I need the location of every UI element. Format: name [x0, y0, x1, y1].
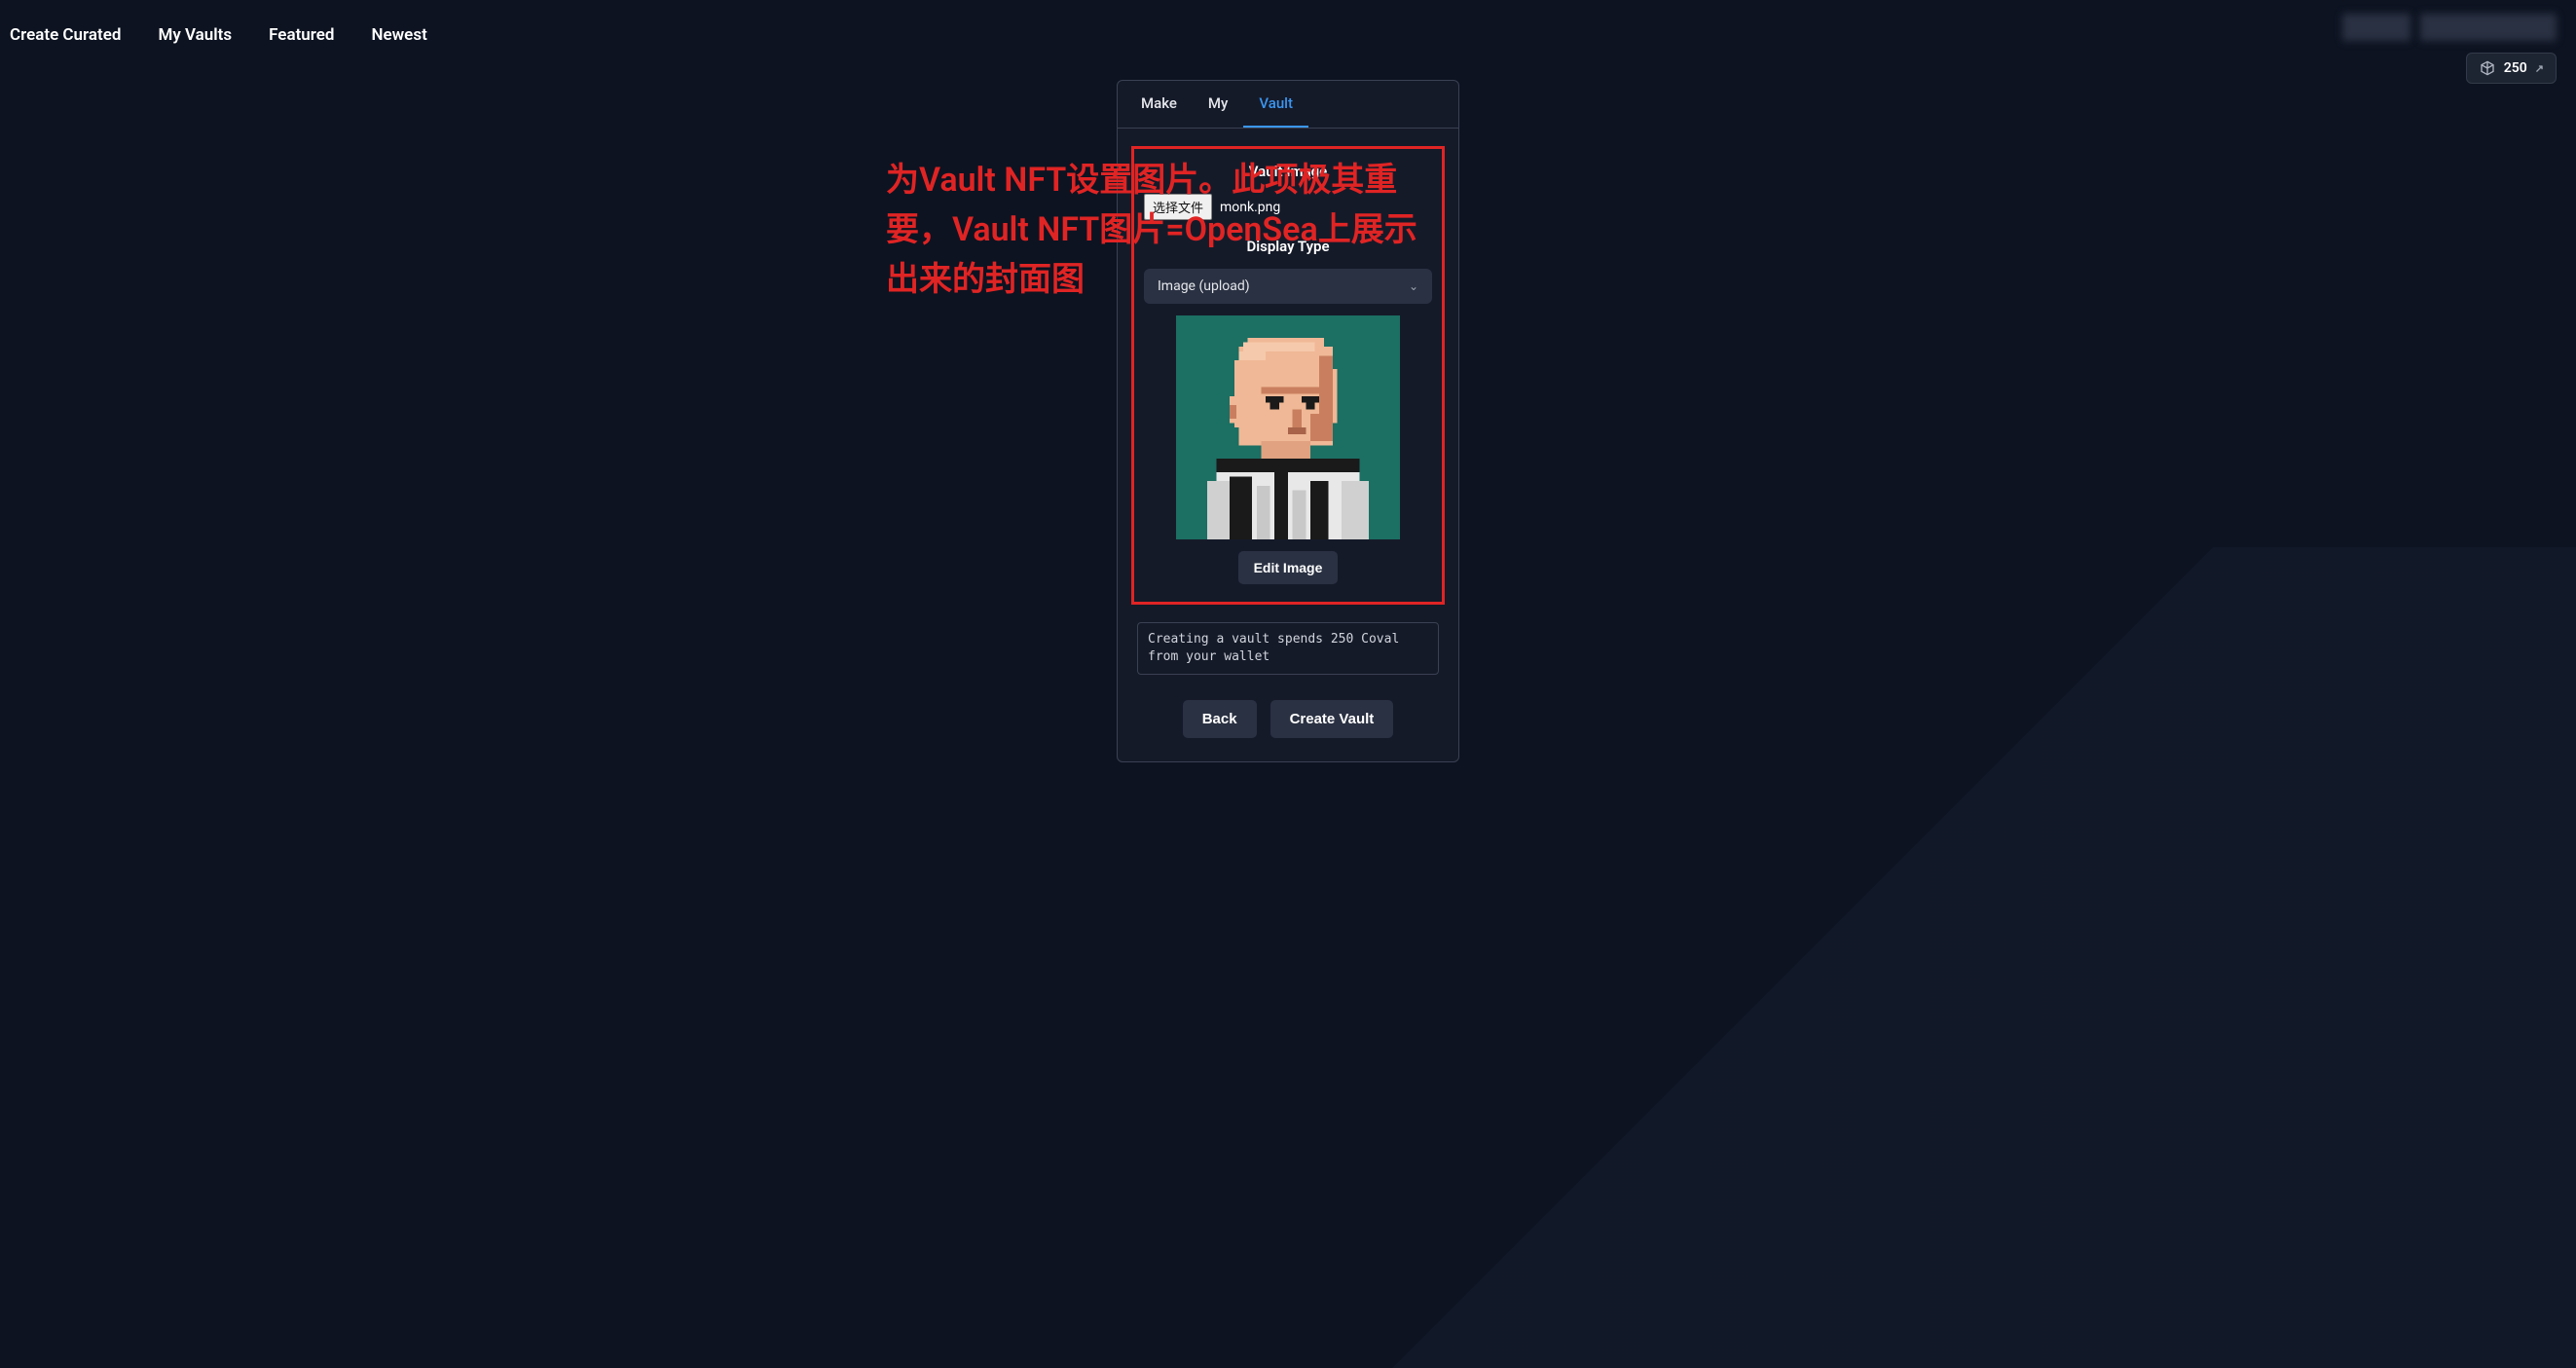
cube-icon	[2479, 59, 2496, 77]
tab-make[interactable]: Make	[1125, 81, 1193, 128]
nav-newest[interactable]: Newest	[371, 25, 426, 45]
nav-featured[interactable]: Featured	[269, 25, 334, 45]
info-message: Creating a vault spends 250 Coval from y…	[1137, 622, 1439, 675]
token-balance-badge[interactable]: 250 ↗	[2466, 53, 2557, 84]
nav-create-curated[interactable]: Create Curated	[10, 25, 121, 45]
panel-tabs: Make My Vault	[1118, 81, 1458, 129]
back-button[interactable]: Back	[1183, 700, 1257, 738]
image-preview	[1176, 315, 1400, 539]
tab-my[interactable]: My	[1193, 81, 1243, 128]
nav-my-vaults[interactable]: My Vaults	[158, 25, 232, 45]
external-link-icon: ↗	[2535, 62, 2544, 75]
top-right-blurred	[2342, 14, 2557, 41]
blurred-item	[2420, 14, 2557, 41]
edit-image-button[interactable]: Edit Image	[1238, 551, 1339, 584]
annotation-text: 为Vault NFT设置图片。此项极其重要，Vault NFT图片=OpenSe…	[886, 156, 1431, 305]
action-buttons: Back Create Vault	[1118, 700, 1458, 738]
token-amount: 250	[2504, 60, 2527, 76]
tab-vault[interactable]: Vault	[1243, 81, 1308, 128]
create-vault-button[interactable]: Create Vault	[1270, 700, 1394, 738]
blurred-item	[2342, 14, 2410, 41]
top-nav: Create Curated My Vaults Featured Newest	[0, 0, 2576, 70]
